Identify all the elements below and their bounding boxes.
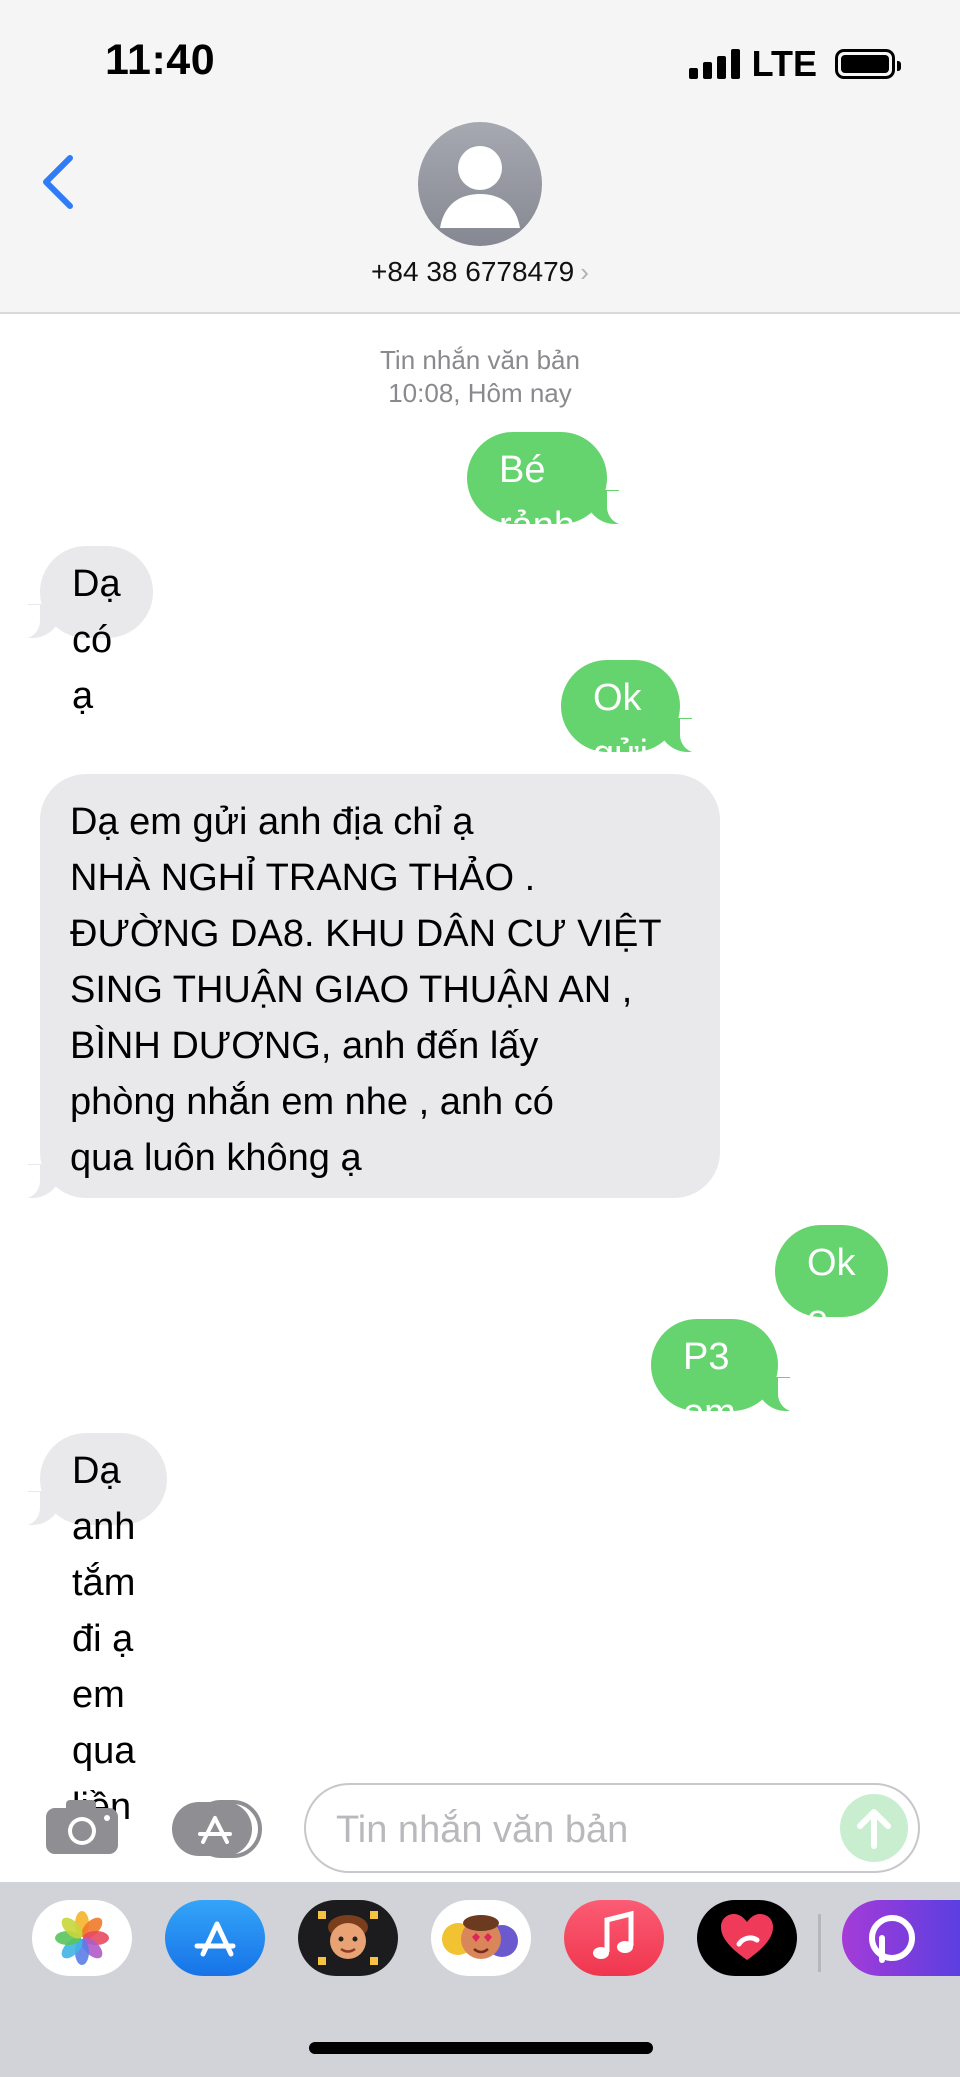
send-button[interactable]: [840, 1794, 908, 1862]
message-bubble-incoming[interactable]: Dạ em gửi anh địa chỉ ạ NHÀ NGHỈ TRANG T…: [14, 774, 720, 1199]
app-store-apps-button[interactable]: [170, 1800, 262, 1858]
status-time: 11:40: [105, 36, 216, 84]
picsart-app-icon[interactable]: [842, 1900, 960, 1976]
message-input[interactable]: [334, 1801, 818, 1859]
message-input-container[interactable]: [304, 1783, 920, 1873]
message-bubble-outgoing[interactable]: P3 em nha: [651, 1319, 805, 1490]
contact-avatar[interactable]: [418, 122, 542, 246]
animoji-stickers-icon[interactable]: [431, 1900, 531, 1976]
imessage-app-drawer: [0, 1882, 960, 2077]
person-silhouette-icon: [440, 146, 520, 228]
message-bubble-outgoing[interactable]: Ok gửi a địa chỉ: [561, 660, 707, 943]
camera-icon[interactable]: [44, 1798, 120, 1856]
back-chevron-icon[interactable]: [38, 152, 78, 212]
home-indicator[interactable]: [309, 2042, 653, 2054]
chevron-right-icon: ›: [580, 257, 589, 287]
timestamp-label: 10:08, Hôm nay: [388, 378, 572, 408]
app-store-icon[interactable]: [165, 1900, 265, 1976]
message-bubble-outgoing[interactable]: Ok e: [775, 1225, 888, 1340]
status-indicators: LTE: [688, 43, 901, 84]
conversation-header: 11:40 LTE +84 38 6778479 ›: [0, 0, 960, 314]
music-app-icon[interactable]: [564, 1900, 664, 1976]
message-bubble-incoming[interactable]: Dạ có ạ: [14, 546, 153, 717]
message-type-label: Tin nhắn văn bản: [380, 345, 580, 375]
contact-number: +84 38 6778479: [371, 256, 575, 287]
contact-name-button[interactable]: +84 38 6778479 ›: [0, 256, 960, 288]
message-bubble-incoming[interactable]: Dạ anh tắm đi ạ em qua liền: [13, 1433, 168, 1828]
network-type: LTE: [751, 43, 817, 84]
thread-timestamp: Tin nhắn văn bản 10:08, Hôm nay: [0, 344, 960, 410]
drawer-divider: [818, 1914, 821, 1972]
photos-app-icon[interactable]: [32, 1900, 132, 1976]
message-bubble-outgoing[interactable]: Bé rảnh k chút a qua: [467, 432, 634, 771]
memoji-icon[interactable]: [298, 1900, 398, 1976]
arrow-up-icon: [857, 1809, 891, 1849]
cellular-signal-icon: [688, 49, 740, 79]
battery-icon: [835, 49, 901, 79]
digital-touch-icon[interactable]: [697, 1900, 797, 1976]
